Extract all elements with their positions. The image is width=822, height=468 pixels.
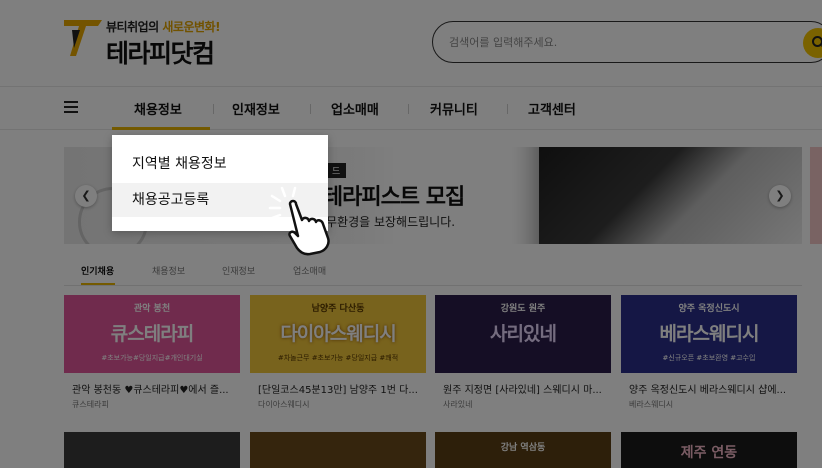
job-card-shop: 다이아스웨디시: [258, 400, 310, 409]
site-logo[interactable]: 뷰티취업의 새로운변화! 테라피닷컴: [62, 16, 252, 68]
menu-item-regional-jobs[interactable]: 지역별 채용정보: [112, 147, 328, 181]
nav-active-indicator: [112, 127, 210, 130]
job-card-thumbnail: 남양주 다산동 다이아스웨디시 #차놀근무 #초보가능 #당일지급 #쾌적: [250, 295, 426, 373]
main-nav: 채용정보 인재정보 업소매매 커뮤니티 고객센터: [0, 86, 822, 130]
banner-prev-button[interactable]: ❮: [75, 185, 97, 207]
search-box: [432, 21, 822, 63]
nav-divider: [310, 104, 311, 114]
tab-business-trade[interactable]: 업소매매: [293, 264, 326, 277]
nav-item-talent[interactable]: 인재정보: [232, 99, 280, 118]
search-input[interactable]: [449, 32, 779, 52]
job-card-thumbnail: 관악 봉천 큐스테라피 #초보가능#당일지급#개인대기실: [64, 295, 240, 373]
job-card-thumbnail-partial[interactable]: [250, 432, 426, 468]
next-banner-peek: [810, 147, 822, 244]
job-card-title: 관악 봉천동 ♥큐스테라피♥에서 즐...: [72, 385, 229, 396]
tab-active-indicator: [81, 283, 115, 285]
chevron-left-icon: ❮: [81, 189, 91, 202]
logo-tagline: 뷰티취업의 새로운변화!: [106, 20, 221, 34]
tab-jobs[interactable]: 채용정보: [152, 264, 185, 277]
chevron-right-icon: ❯: [775, 189, 785, 202]
job-card-shop: 큐스테라피: [72, 400, 109, 409]
nav-divider: [408, 104, 409, 114]
listing-tabs: 인기채용 채용정보 인재정보 업소매매: [64, 256, 802, 286]
banner-subtitle: 무환경을 보장해드립니다.: [326, 215, 456, 229]
nav-item-customer-center[interactable]: 고객센터: [528, 99, 576, 118]
nav-divider: [213, 104, 214, 114]
job-card-shop: 사라있네: [443, 400, 473, 409]
banner-tag: 드: [326, 163, 347, 178]
logo-mark-icon: [64, 20, 102, 56]
banner-next-button[interactable]: ❯: [769, 185, 791, 207]
nav-item-jobs[interactable]: 채용정보: [134, 99, 182, 118]
menu-icon[interactable]: [64, 101, 78, 115]
search-button[interactable]: [803, 28, 822, 58]
job-card-thumbnail-partial[interactable]: 제주 연동: [621, 432, 797, 468]
tab-talent[interactable]: 인재정보: [222, 264, 255, 277]
job-card-title: [단일코스45분13만] 남양주 1번 다...: [258, 385, 418, 396]
nav-divider: [507, 104, 508, 114]
logo-name: 테라피닷컴: [106, 39, 215, 68]
job-card-thumbnail-partial[interactable]: [64, 432, 240, 468]
pointing-hand-cursor-icon: [268, 186, 330, 256]
job-card-title: 원주 지정면 [사라있네] 스웨디시 마...: [443, 385, 602, 396]
site-header: 뷰티취업의 새로운변화! 테라피닷컴: [0, 0, 822, 86]
nav-item-business-trade[interactable]: 업소매매: [331, 99, 379, 118]
job-card-title: 양주 옥정신도시 베라스웨디시 샵에...: [629, 385, 787, 396]
banner-photo: [539, 147, 802, 244]
job-card-thumbnail: 강원도 원주 사리있네: [435, 295, 611, 373]
job-card-shop: 베라스웨디시: [629, 400, 674, 409]
tab-popular-jobs[interactable]: 인기채용: [81, 264, 114, 277]
nav-item-community[interactable]: 커뮤니티: [430, 99, 478, 118]
job-card-thumbnail-partial[interactable]: 강남 역삼동: [435, 432, 611, 468]
job-card-thumbnail: 양주 옥정신도시 베라스웨디시 #신규오픈 #초보환영 #고수입: [621, 295, 797, 373]
